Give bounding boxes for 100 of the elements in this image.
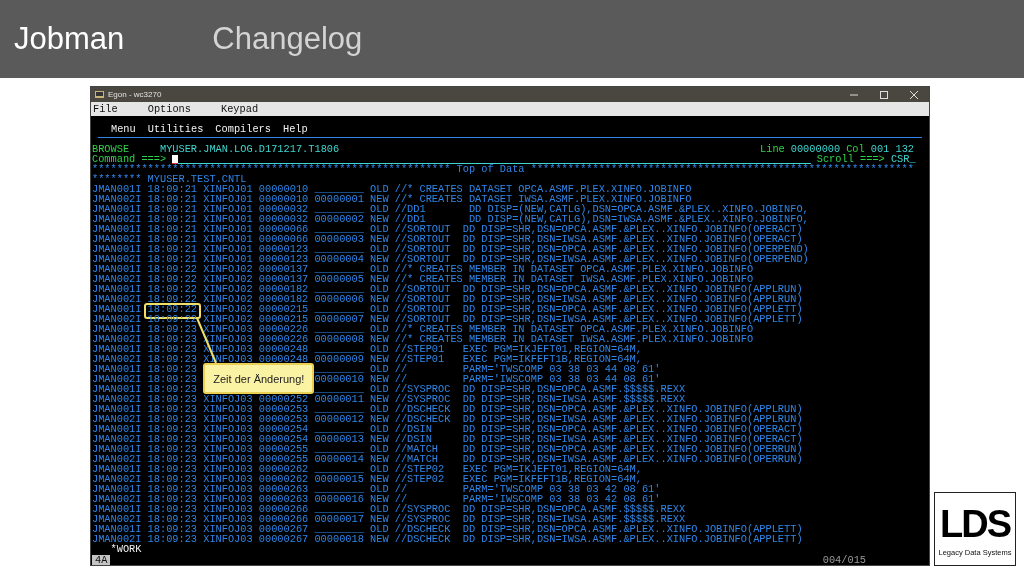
- line-value: 00000000: [790, 144, 841, 154]
- message-id: JMAN002I: [92, 414, 143, 424]
- change-number: 00000011: [314, 394, 365, 404]
- status-text: OLD: [370, 224, 390, 234]
- scroll-value: CSR_: [890, 154, 916, 164]
- member-header: ******** MYUSER.TEST.CNTL: [92, 174, 247, 184]
- line-number: 00000137: [258, 264, 310, 274]
- change-number: 00000014: [314, 454, 365, 464]
- timestamp: 18:09:21: [147, 184, 199, 194]
- line-number: 00000248: [258, 344, 310, 354]
- timestamp: 18:09:23: [147, 414, 199, 424]
- line-number: 00000182: [258, 294, 310, 304]
- asterisk-rule: **********************************************************: [92, 164, 451, 174]
- mode-label: BROWSE: [92, 144, 130, 154]
- line-number: 00000263: [258, 494, 310, 504]
- line-number: 00000032: [258, 204, 310, 214]
- line-number: 00000253: [258, 414, 310, 424]
- line-number: 00000266: [258, 504, 310, 514]
- status-text: NEW: [370, 274, 390, 284]
- job-name: XINFOJ03: [203, 494, 254, 504]
- line-number: 00000262: [258, 464, 310, 474]
- timestamp: 18:09:21: [147, 254, 199, 264]
- status-text: NEW: [370, 194, 390, 204]
- close-icon: [910, 90, 918, 99]
- message-id: JMAN001I: [92, 224, 143, 234]
- change-number: ________: [314, 444, 365, 454]
- terminal-app-icon: [95, 90, 104, 99]
- job-name: XINFOJ03: [203, 414, 254, 424]
- job-name: XINFOJ01: [203, 254, 254, 264]
- jcl-statement: //* CREATES MEMBER IN DATASET OPCA.ASMF.PLEX.XINFO.JOBINFO: [394, 324, 754, 334]
- message-id: JMAN002I: [92, 374, 143, 384]
- timestamp: 18:09:21: [147, 204, 199, 214]
- status-text: OLD: [370, 364, 390, 374]
- status-text: OLD: [370, 384, 390, 394]
- jcl-statement: //STEP02 EXEC PGM=IKJEFT01,REGION=64M,: [394, 464, 642, 474]
- message-id: JMAN001I: [92, 504, 143, 514]
- message-id: JMAN001I: [92, 524, 143, 534]
- jcl-statement: //* CREATES MEMBER IN DATASET IWSA.ASMF.PLEX.XINFO.JOBINFO: [394, 334, 755, 344]
- change-number: 00000005: [314, 274, 365, 284]
- jcl-statement: // PARM='IWSCOMP 03 38 03 44 08 61': [394, 374, 661, 384]
- jcl-statement: //SORTOUT DD DISP=SHR,DSN=OPCA.ASMF.&PLEX..XINFO.JOBINFO(OPERACT): [394, 224, 803, 234]
- timestamp: 18:09:23: [147, 394, 199, 404]
- timestamp: 18:09:23: [147, 494, 199, 504]
- jcl-statement: //DSCHECK DD DISP=SHR,DSN=IWSA.ASMF.&PLEX..XINFO.JOBINFO(APPLETT): [394, 534, 804, 544]
- jcl-statement: //DD1 DD DISP=(NEW,CATLG),DSN=IWSA.ASMF.&PLEX..XINFO.JOBINFO,: [394, 214, 810, 224]
- jcl-statement: //STEP01 EXEC PGM=IKFEFT1B,REGION=64M,: [394, 354, 642, 364]
- jcl-statement: //DD1 DD DISP=(NEW,CATLG),DSN=OPCA.ASMF.&PLEX..XINFO.JOBINFO,: [394, 204, 810, 214]
- line-number: 00000255: [258, 444, 310, 454]
- asterisk-rule: **************************************************************: [530, 164, 914, 174]
- status-text: OLD: [370, 484, 390, 494]
- change-number: 00000009: [314, 354, 365, 364]
- change-number: ________: [314, 484, 365, 494]
- message-id: JMAN001I: [92, 304, 143, 314]
- action-bar-item[interactable]: Utilities: [147, 124, 204, 134]
- change-number: 00000013: [314, 434, 365, 444]
- timestamp: 18:09:23: [147, 474, 199, 484]
- job-name: XINFOJ01: [203, 184, 254, 194]
- line-number: 00000066: [258, 224, 310, 234]
- jcl-statement: //SYSPROC DD DISP=SHR,DSN=OPCA.ASMF.$$$$$.REXX: [394, 384, 687, 394]
- message-id: JMAN002I: [92, 494, 143, 504]
- maximize-icon: [880, 90, 888, 99]
- screen-id: 4A: [92, 554, 111, 565]
- workspace-label: *WORK: [110, 544, 142, 554]
- change-number: ________: [314, 184, 365, 194]
- change-number: ________: [314, 264, 365, 274]
- line-number: 00000032: [258, 214, 310, 224]
- job-name: XINFOJ02: [203, 314, 254, 324]
- message-id: JMAN002I: [92, 214, 143, 224]
- line-number: 00000123: [258, 244, 310, 254]
- cursor-icon: [172, 154, 179, 164]
- message-id: JMAN001I: [92, 244, 143, 254]
- status-text: NEW: [370, 414, 390, 424]
- jcl-statement: // PARM='TWSCOMP 03 38 03 44 08 61': [394, 364, 662, 374]
- jcl-statement: // PARM='TWSCOMP 03 38 03 42 08 61': [394, 484, 662, 494]
- timestamp: 18:09:23: [147, 514, 199, 524]
- message-id: JMAN001I: [92, 284, 143, 294]
- timestamp: 18:09:23: [147, 344, 199, 354]
- dataset-name: MYUSER.JMAN.LOG.D171217.T1806: [159, 144, 340, 154]
- action-bar-item[interactable]: Compilers: [215, 124, 271, 134]
- change-number: ________: [314, 424, 365, 434]
- timestamp: 18:09:22: [147, 274, 199, 284]
- line-number: 00000123: [258, 254, 310, 264]
- status-text: NEW: [370, 374, 390, 384]
- message-id: JMAN001I: [92, 204, 143, 214]
- jcl-statement: //SORTOUT DD DISP=SHR,DSN=IWSA.ASMF.&PLEX..XINFO.JOBINFO(APPLRUN): [394, 294, 804, 304]
- timestamp: 18:09:23: [147, 404, 199, 414]
- window-menu-entry[interactable]: Keypad: [221, 103, 259, 115]
- message-id: JMAN001I: [92, 344, 143, 354]
- action-bar-item[interactable]: Help: [282, 124, 308, 134]
- jcl-statement: //* CREATES DATASET OPCA.ASMF.PLEX.XINFO.JOBINFO: [394, 184, 693, 194]
- message-id: JMAN001I: [92, 444, 143, 454]
- job-name: XINFOJ02: [203, 274, 254, 284]
- line-number: 00000254: [258, 434, 310, 444]
- window-menu-entry[interactable]: Options: [147, 103, 191, 115]
- message-id: JMAN001I: [92, 464, 143, 474]
- window-menu-entry[interactable]: File: [93, 103, 118, 115]
- job-name: XINFOJ03: [203, 444, 254, 454]
- jcl-statement: //SORTOUT DD DISP=SHR,DSN=OPCA.ASMF.&PLEX..XINFO.JOBINFO(APPLETT): [394, 304, 804, 314]
- status-text: OLD: [370, 324, 390, 334]
- action-bar-item[interactable]: Menu: [111, 124, 136, 134]
